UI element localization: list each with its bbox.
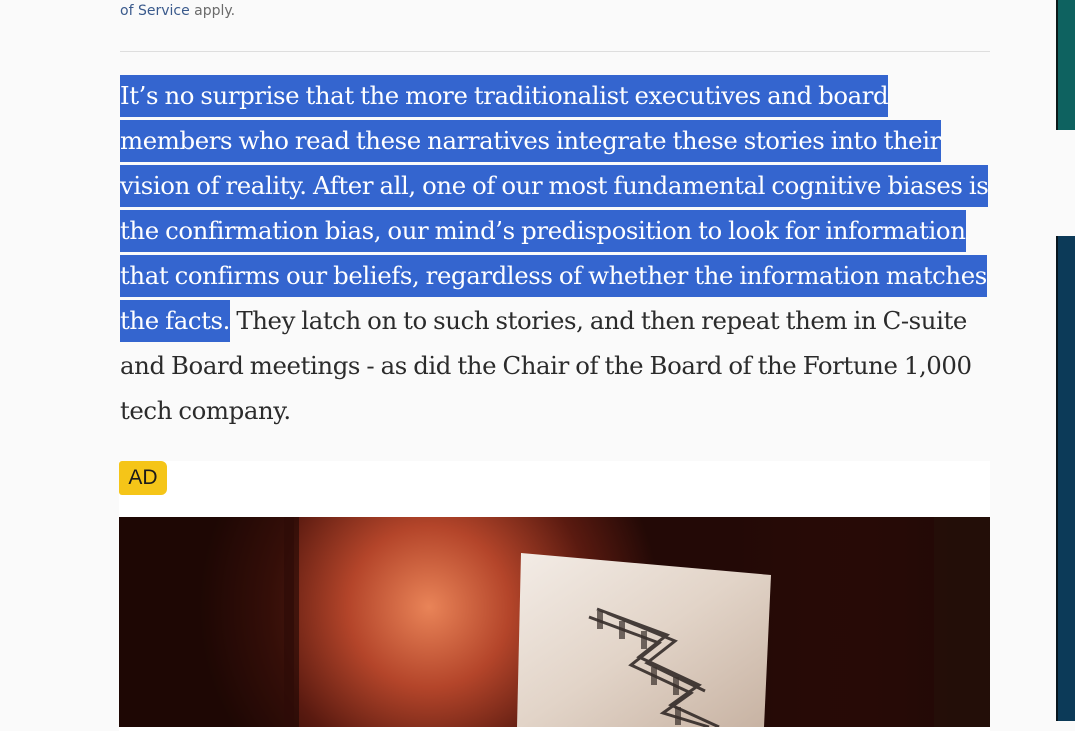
terms-suffix: apply. [189, 3, 236, 19]
article-paragraph[interactable]: It’s no surprise that the more tradition… [120, 73, 990, 433]
advertisement[interactable]: AD [119, 461, 990, 731]
sidebar-panel-top [1056, 0, 1075, 130]
ad-badge: AD [119, 461, 167, 495]
ad-image[interactable] [119, 517, 990, 727]
selected-text[interactable]: It’s no surprise that the more tradition… [120, 75, 989, 342]
terms-notice: of Service apply. [120, 2, 235, 20]
section-divider [120, 51, 990, 52]
ad-photo [119, 517, 990, 727]
terms-of-service-link[interactable]: of Service [120, 3, 190, 19]
paragraph-text[interactable]: They latch on to such stories, and then … [120, 306, 972, 425]
sidebar-panel-bottom [1056, 236, 1075, 721]
